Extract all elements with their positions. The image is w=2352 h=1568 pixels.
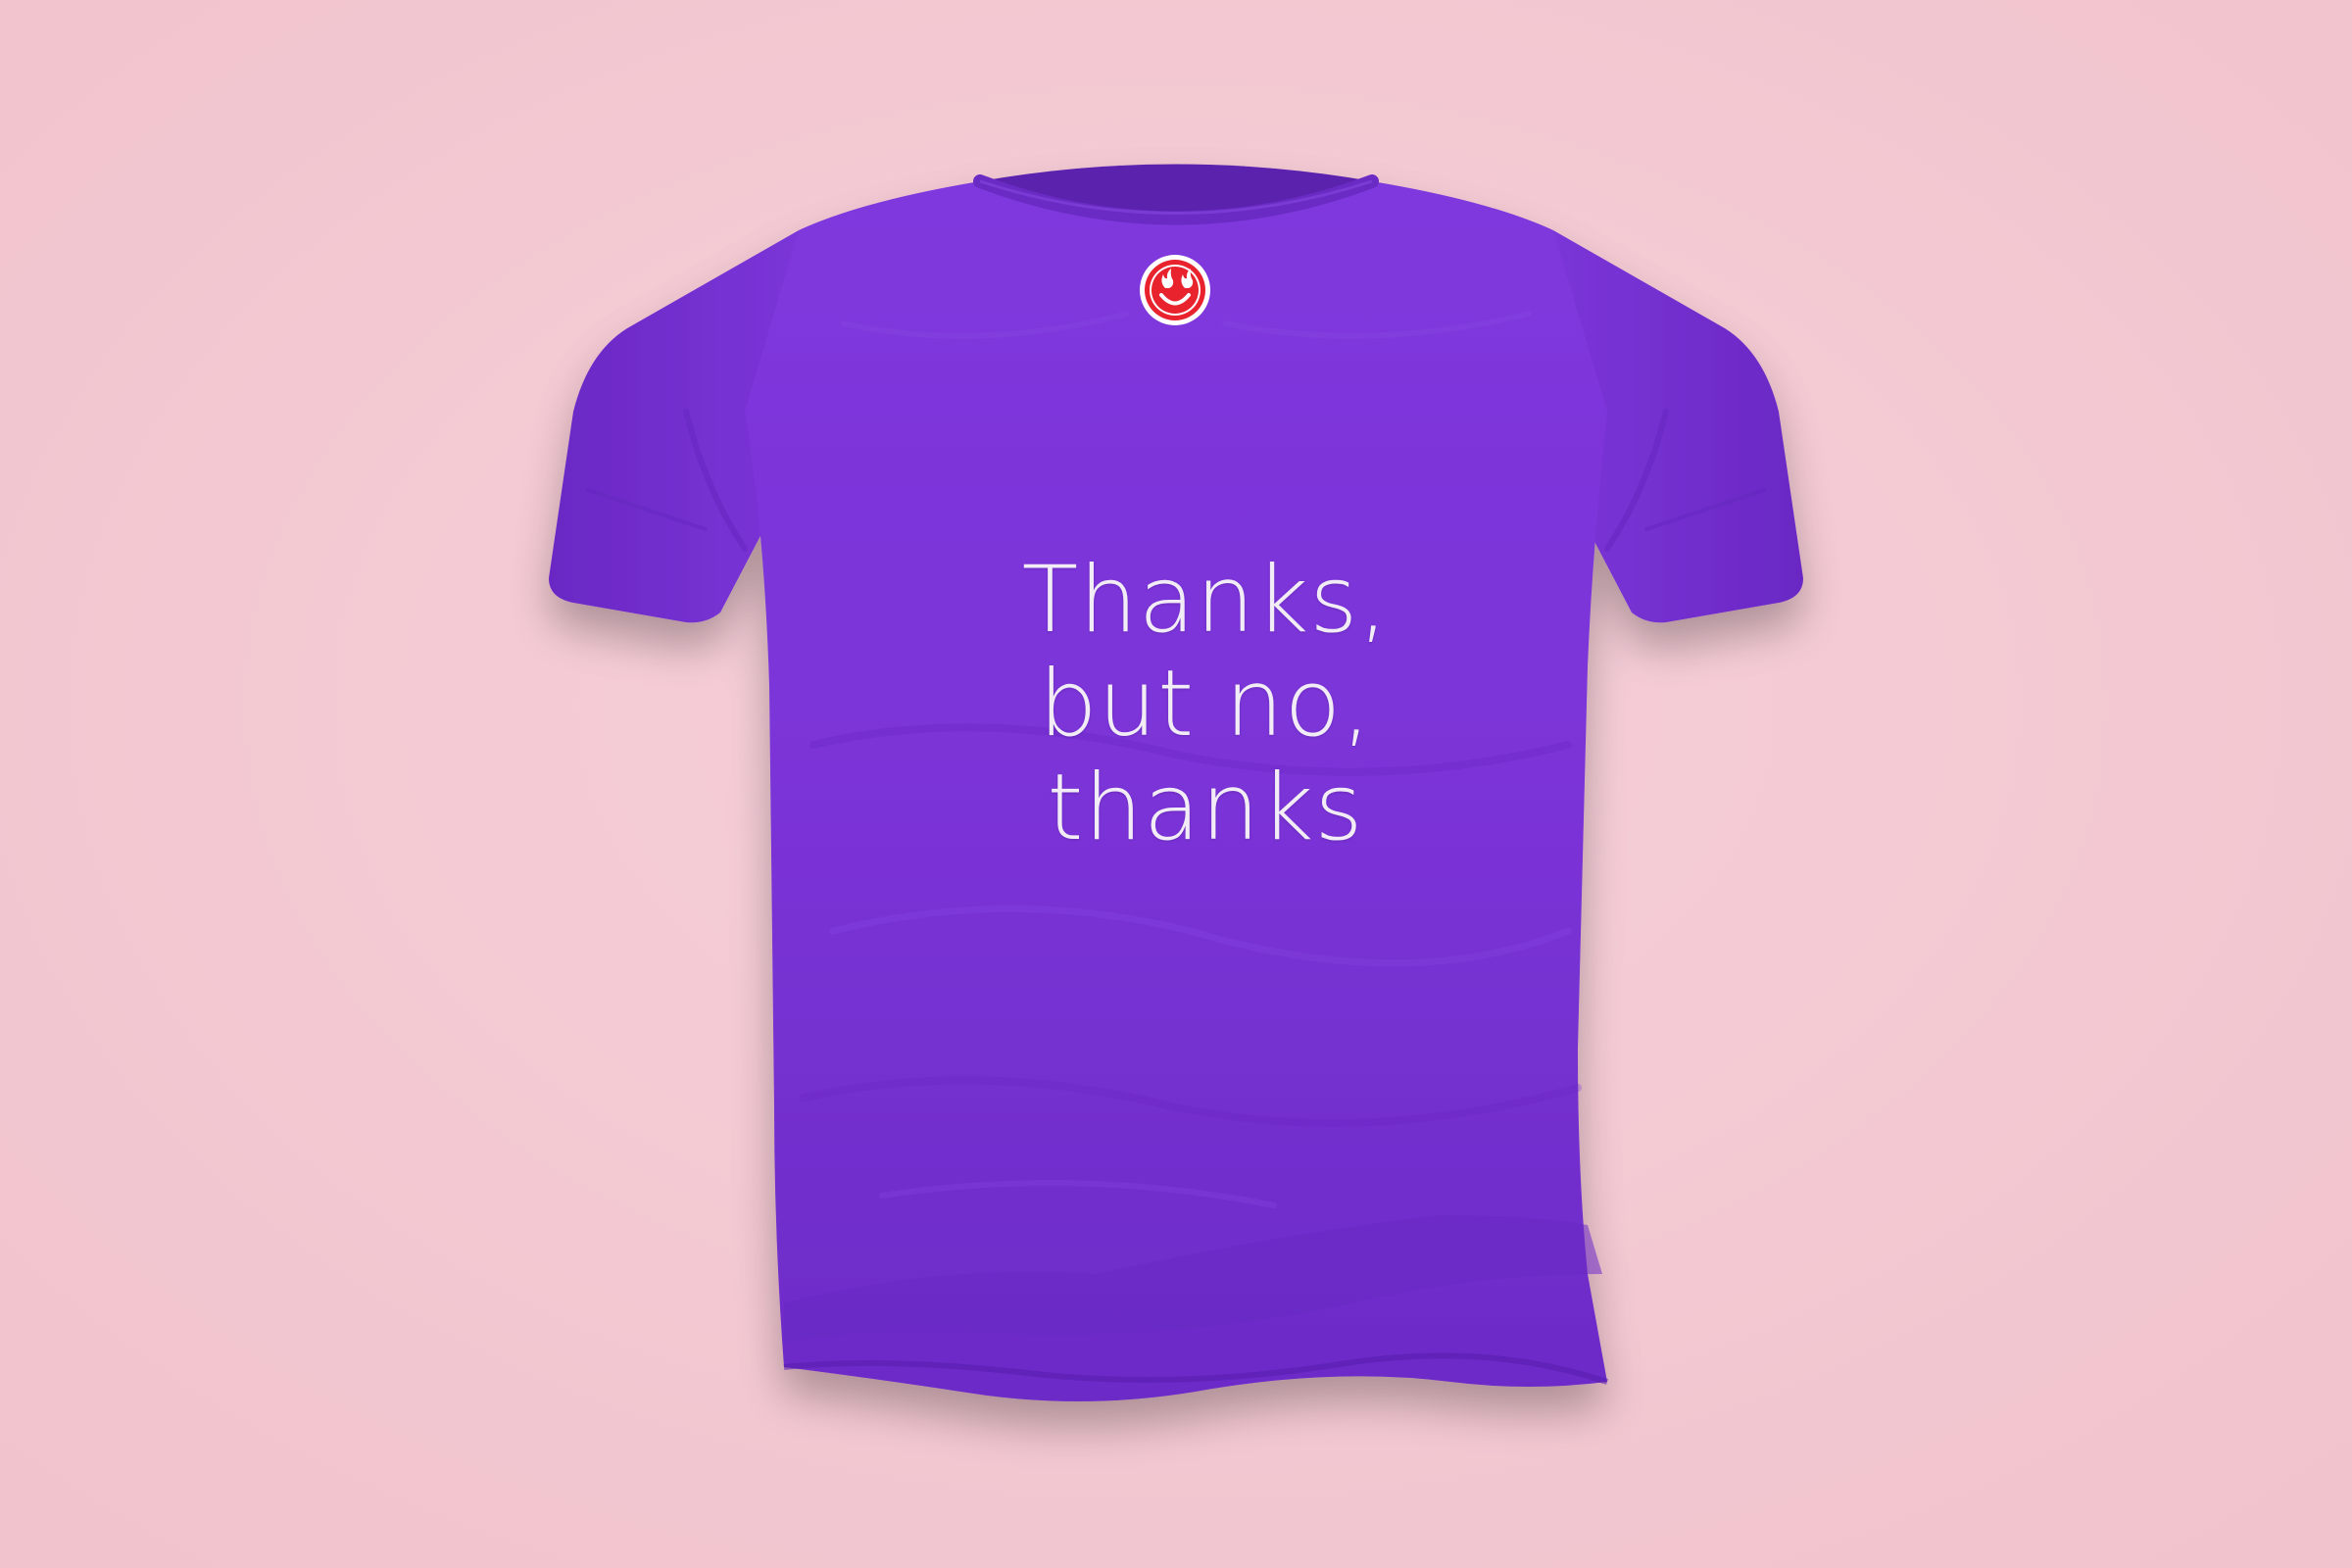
print-line-3: thanks bbox=[1047, 755, 1364, 861]
smiley-face-with-flame-eyes-icon bbox=[1140, 255, 1210, 325]
print-line-1: Thanks, bbox=[1021, 547, 1390, 654]
shirt-print-text: Thanks, but no, thanks bbox=[921, 549, 1490, 860]
product-photo: Thanks, but no, thanks bbox=[0, 0, 2352, 1568]
print-line-2: but no, bbox=[1039, 651, 1372, 758]
